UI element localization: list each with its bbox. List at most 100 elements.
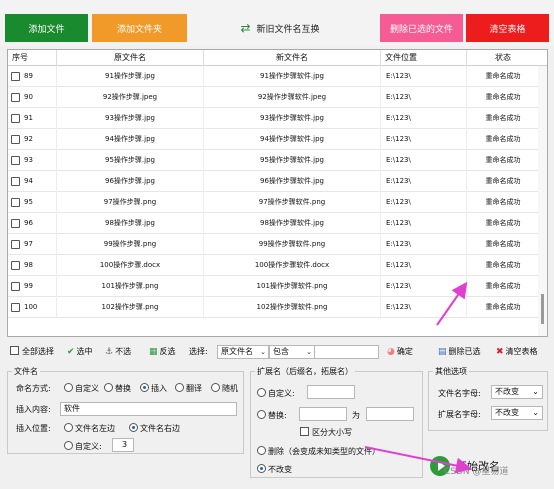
ext-replace-to-input[interactable] (366, 407, 414, 421)
row-index[interactable]: 97 (8, 234, 57, 255)
row-checkbox[interactable] (11, 177, 20, 186)
chevron-down-icon: ⌄ (532, 387, 539, 396)
row-checkbox[interactable] (11, 135, 20, 144)
confirm-button[interactable]: ◕ 确定 (387, 345, 413, 359)
table-row[interactable]: 95 97操作步骤.png 97操作步骤软件.png E:\123\ 重命名成功 (8, 192, 539, 213)
ext-replace-radio[interactable]: 替换: (257, 410, 287, 421)
row-status: 重命名成功 (485, 240, 521, 248)
table-row[interactable]: 93 95操作步骤.jpg 95操作步骤软件.jpg E:\123\ 重命名成功 (8, 150, 539, 171)
pos-custom-radio[interactable]: 自定义: (64, 441, 102, 452)
confirm-icon: ◕ (387, 347, 395, 357)
row-index[interactable]: 99 (8, 276, 57, 297)
row-checkbox[interactable] (11, 198, 20, 207)
pos-left-radio[interactable]: 文件名左边 (64, 423, 115, 434)
pos-right-radio[interactable]: 文件名右边 (129, 423, 180, 434)
select-op-dropdown[interactable]: 包含 ⌄ (269, 345, 315, 359)
table-row[interactable]: 100 102操作步骤.png 102操作步骤软件.png E:\123\ 重命名成功 (8, 297, 539, 318)
row-index-text: 100 (24, 303, 38, 311)
table-row[interactable]: 97 99操作步骤.png 99操作步骤软件.png E:\123\ 重命名成功 (8, 234, 539, 255)
delete-selected-files-button[interactable]: 删除已选的文件 (380, 14, 463, 42)
col-header-new-name[interactable]: 新文件名 (204, 50, 381, 66)
row-location: E:\123\ (381, 255, 467, 276)
row-index[interactable]: 90 (8, 87, 57, 108)
select-button[interactable]: ✔ 选中 (67, 345, 93, 359)
row-index[interactable]: 92 (8, 129, 57, 150)
table-row[interactable]: 92 94操作步骤.jpg 94操作步骤软件.jpg E:\123\ 重命名成功 (8, 129, 539, 150)
row-index[interactable]: 89 (8, 66, 57, 87)
table-row[interactable]: 89 91操作步骤.jpg 91操作步骤软件.jpg E:\123\ 重命名成功 (8, 66, 539, 87)
insert-position-label: 插入位置: (16, 424, 51, 433)
insert-content-input[interactable]: 软件 (60, 402, 237, 416)
vertical-scrollbar[interactable] (538, 66, 547, 336)
row-checkbox[interactable] (11, 282, 20, 291)
table-row[interactable]: 90 92操作步骤.jpeg 92操作步骤软件.jpeg E:\123\ 重命名成功 (8, 87, 539, 108)
row-checkbox[interactable] (11, 219, 20, 228)
row-status: 重命名成功 (485, 93, 521, 101)
row-checkbox[interactable] (11, 261, 20, 270)
row-index[interactable]: 96 (8, 213, 57, 234)
select-text-input[interactable] (314, 345, 379, 359)
row-location: E:\123\ (381, 297, 467, 318)
select-field-dropdown[interactable]: 原文件名 ⌄ (217, 345, 269, 359)
ext-custom-input[interactable] (307, 385, 355, 399)
clear-table-button[interactable]: 清空表格 (466, 14, 549, 42)
add-folder-button[interactable]: 添加文件夹 (92, 14, 187, 42)
row-index-text: 89 (24, 72, 33, 80)
table-row[interactable]: 91 93操作步骤.jpg 93操作步骤软件.jpg E:\123\ 重命名成功 (8, 108, 539, 129)
mode-translate-radio[interactable]: 翻译 (175, 383, 202, 394)
toolbar: 添加文件 添加文件夹 ⇄ 新旧文件名互换 删除已选的文件 清空表格 (0, 0, 554, 46)
row-index[interactable]: 95 (8, 192, 57, 213)
clear-table-small-button[interactable]: ✖ 清空表格 (496, 345, 538, 359)
row-index[interactable]: 94 (8, 171, 57, 192)
ext-unchanged-radio[interactable]: 不改变 (257, 464, 292, 475)
table-row[interactable]: 96 98操作步骤.jpg 98操作步骤软件.jpg E:\123\ 重命名成功 (8, 213, 539, 234)
delete-selected-button[interactable]: ▤ 删除已选 (438, 345, 481, 359)
mode-random-radio[interactable]: 随机 (211, 383, 238, 394)
row-checkbox[interactable] (11, 72, 20, 81)
row-new-name: 91操作步骤软件.jpg (204, 66, 381, 87)
table-row[interactable]: 99 101操作步骤.png 101操作步骤软件.png E:\123\ 重命名成功 (8, 276, 539, 297)
row-new-name: 95操作步骤软件.jpg (204, 150, 381, 171)
swap-icon: ⇄ (240, 21, 251, 35)
invert-icon: ▦ (149, 347, 158, 357)
ext-delete-radio[interactable]: 删除（会变成未知类型的文件） (257, 446, 380, 457)
table-row[interactable]: 94 96操作步骤.jpg 96操作步骤软件.jpg E:\123\ 重命名成功 (8, 171, 539, 192)
table-row[interactable]: 98 100操作步骤.docx 100操作步骤软件.docx E:\123\ 重命名成功 (8, 255, 539, 276)
filename-case-dropdown[interactable]: 不改变 ⌄ (491, 385, 543, 399)
pos-custom-stepper[interactable]: 3 (112, 438, 134, 452)
ext-case-label: 扩展名字母: (438, 410, 481, 419)
extension-panel: 扩展名（后缀名，拓展名） 自定义: 替换: 为 区分大小写 删除（会变成未知类型… (250, 366, 423, 478)
scrollbar-thumb[interactable] (541, 294, 544, 324)
select-all-checkbox[interactable]: 全部选择 (10, 345, 54, 359)
deselect-button[interactable]: ⚓ 不选 (105, 345, 131, 359)
row-checkbox[interactable] (11, 93, 20, 102)
col-header-location[interactable]: 文件位置 (381, 50, 467, 66)
swap-names-button[interactable]: ⇄ 新旧文件名互换 (230, 14, 330, 42)
clear-table-label: 清空表格 (505, 347, 538, 356)
invert-button[interactable]: ▦ 反选 (149, 345, 176, 359)
col-header-original-name[interactable]: 原文件名 (57, 50, 204, 66)
mode-insert-radio[interactable]: 插入 (140, 383, 167, 394)
watermark: CSDN @星易道 (444, 467, 509, 477)
row-index[interactable]: 93 (8, 150, 57, 171)
row-index[interactable]: 91 (8, 108, 57, 129)
mode-replace-radio[interactable]: 替换 (104, 383, 131, 394)
ext-case-dropdown[interactable]: 不改变 ⌄ (491, 406, 543, 420)
mode-custom-radio[interactable]: 自定义 (64, 383, 99, 394)
row-checkbox[interactable] (11, 156, 20, 165)
case-sensitive-checkbox[interactable]: 区分大小写 (300, 427, 352, 438)
ext-custom-radio[interactable]: 自定义: (257, 388, 295, 399)
add-file-button[interactable]: 添加文件 (5, 14, 88, 42)
row-checkbox[interactable] (11, 303, 20, 312)
row-index[interactable]: 100 (8, 297, 57, 318)
row-original-name: 100操作步骤.docx (57, 255, 204, 276)
col-header-status[interactable]: 状态 (467, 50, 539, 66)
row-original-name: 101操作步骤.png (57, 276, 204, 297)
col-header-index[interactable]: 序号 (8, 50, 57, 66)
row-index[interactable]: 98 (8, 255, 57, 276)
row-checkbox[interactable] (11, 114, 20, 123)
row-checkbox[interactable] (11, 240, 20, 249)
ext-replace-to-label: 为 (352, 411, 360, 420)
row-original-name: 93操作步骤.jpg (57, 108, 204, 129)
ext-replace-from-input[interactable] (299, 407, 347, 421)
